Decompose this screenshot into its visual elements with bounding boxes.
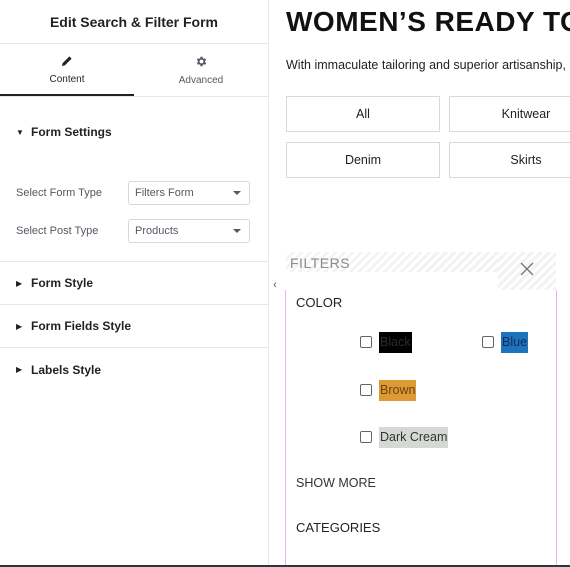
section-form-fields-style[interactable]: ▶ Form Fields Style [0,305,268,348]
checkbox[interactable] [360,384,372,397]
show-more-link[interactable]: SHOW MORE [296,476,376,490]
section-labels-style[interactable]: ▶ Labels Style [0,348,268,391]
tab-advanced[interactable]: Advanced [134,44,268,96]
category-button-denim[interactable]: Denim [286,142,440,178]
category-button-skirts[interactable]: Skirts [449,142,570,178]
chevron-down-icon [233,191,241,195]
section-toggle-form-settings[interactable]: ▼ Form Settings [0,125,268,139]
category-button-knitwear[interactable]: Knitwear [449,96,570,132]
page-preview: WOMEN’S READY TO With immaculate tailori… [270,0,570,567]
close-icon [520,262,534,281]
control-label: Select Post Type [16,225,99,237]
page-subtitle: With immaculate tailoring and superior a… [286,58,570,72]
swatch-label: Dark Cream [379,427,449,448]
control-label: Select Form Type [16,187,102,199]
color-option-dark-cream: Dark Cream [360,427,449,448]
form-type-select[interactable]: Filters Form [128,181,250,205]
color-option-brown: Brown [360,380,417,401]
checkbox[interactable] [360,431,372,444]
checkbox[interactable] [482,336,494,349]
post-type-select[interactable]: Products [128,219,250,243]
select-value: Filters Form [135,187,194,199]
caret-right-icon: ▶ [16,278,23,288]
select-value: Products [135,225,179,237]
filters-title: FILTERS [290,255,351,271]
section-title: Form Fields Style [31,319,132,333]
section-title: Form Settings [31,125,112,139]
panel-title: Edit Search & Filter Form [49,13,219,30]
control-form-type: Select Form Type Filters Form [0,181,268,205]
caret-right-icon: ▶ [16,365,23,374]
tab-content[interactable]: Content [0,44,134,96]
filter-group-title: COLOR [296,295,343,310]
swatch-label: Black [379,332,412,353]
editor-panel: Edit Search & Filter Form Content Advanc… [0,0,269,567]
caret-down-icon: ▼ [16,127,24,137]
gear-icon [194,55,208,69]
pencil-icon [60,54,74,68]
control-post-type: Select Post Type Products [0,219,268,243]
checkbox[interactable] [360,336,372,349]
page-title: WOMEN’S READY TO [286,6,570,37]
section-toggle: ▶ Labels Style [0,363,101,377]
caret-right-icon: ▶ [16,321,23,331]
swatch-label: Blue [501,332,529,353]
chevron-down-icon [233,229,241,233]
filter-group-title: CATEGORIES [296,520,381,535]
section-title: Labels Style [31,362,102,377]
category-button-all[interactable]: All [286,96,440,132]
panel-header: Edit Search & Filter Form [0,0,268,44]
filter-form: COLOR Black Blue Brown Dark Cream SHOW M… [285,290,557,567]
section-form-style[interactable]: ▶ Form Style [0,262,268,305]
section-toggle: ▶ Form Style [0,276,93,290]
section-form-settings: ▼ Form Settings Select Form Type Filters… [0,97,268,262]
panel-tabs: Content Advanced [0,44,268,97]
color-option-black: Black [360,332,412,353]
tab-label: Content [49,73,85,85]
color-option-blue: Blue [482,332,529,353]
close-filters-button[interactable] [498,252,556,290]
section-toggle: ▶ Form Fields Style [0,319,131,333]
swatch-label: Brown [379,380,417,401]
tab-label: Advanced [178,74,224,86]
section-title: Form Style [31,276,94,290]
